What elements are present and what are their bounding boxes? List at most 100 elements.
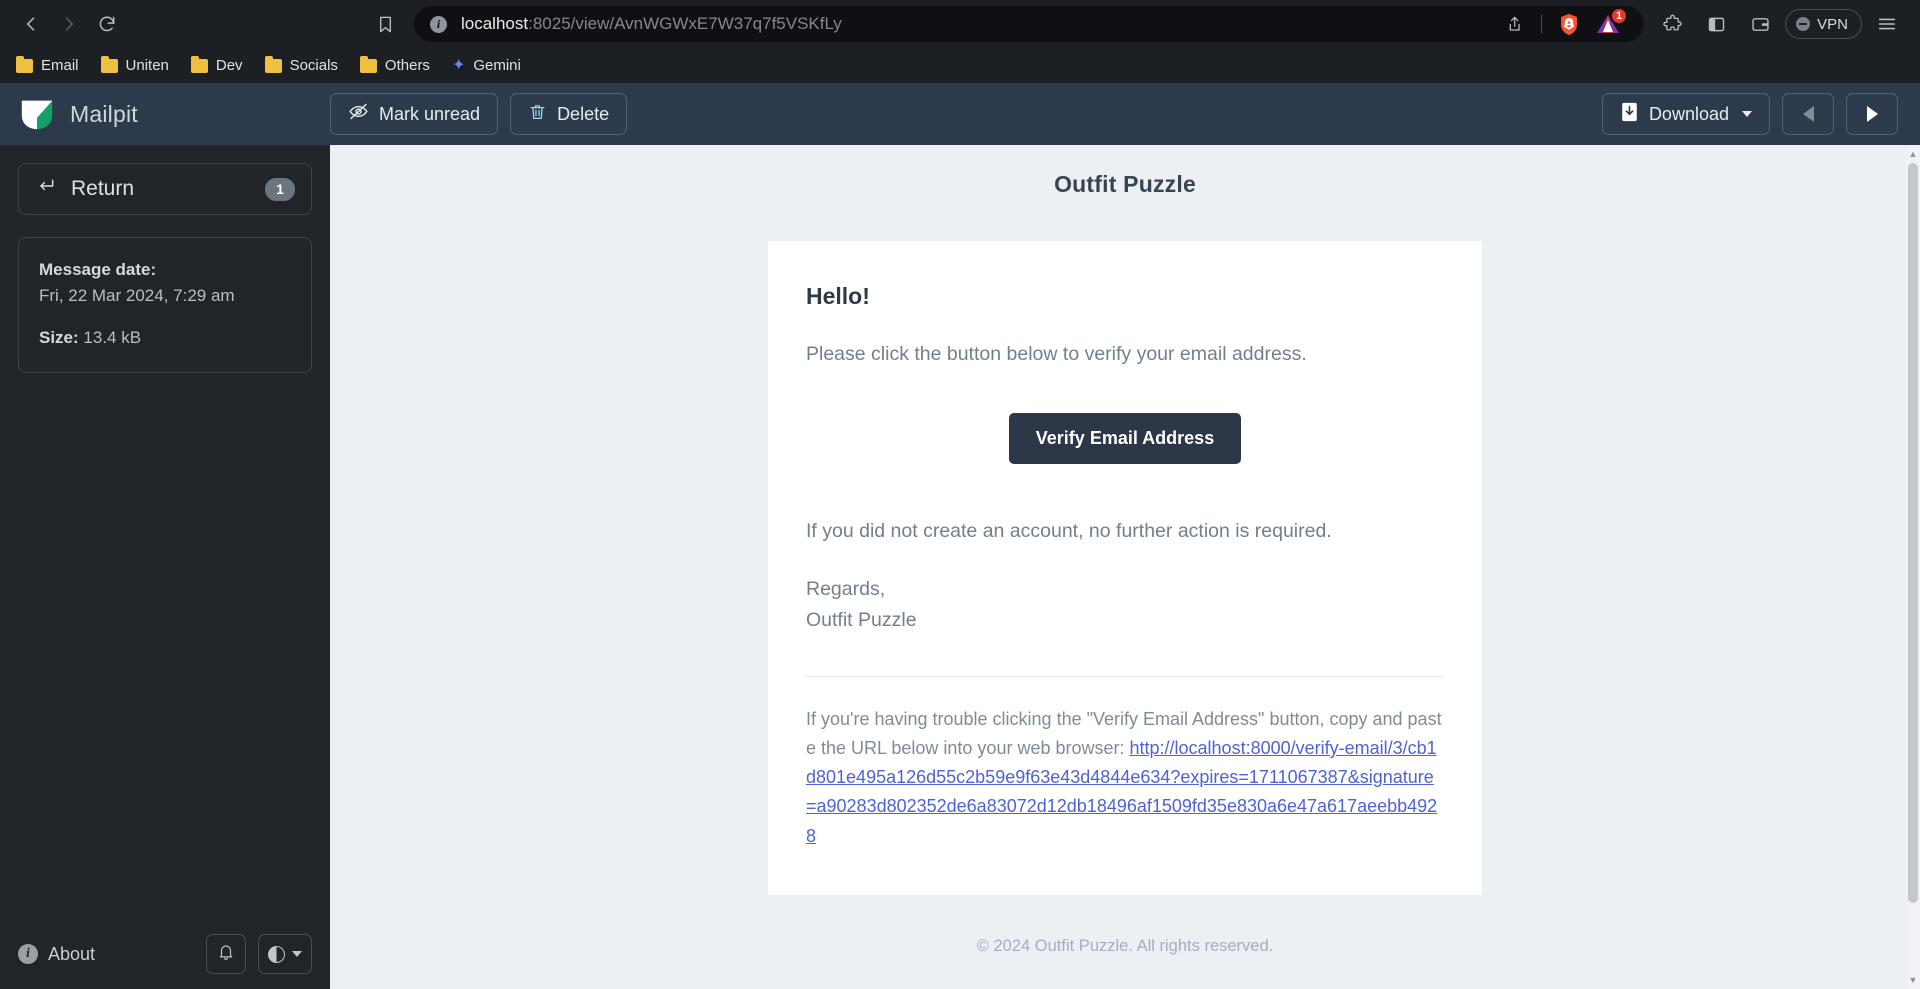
- url-path: :8025/view/AvnWGWxE7W37q7f5VSKfLy: [528, 14, 842, 33]
- previous-message-button[interactable]: [1782, 93, 1834, 135]
- message-date-label: Message date:: [39, 260, 157, 279]
- browser-chrome: i localhost:8025/view/AvnWGWxE7W37q7f5VS…: [0, 0, 1920, 83]
- mark-unread-label: Mark unread: [379, 103, 481, 124]
- message-meta-card: Message date: Fri, 22 Mar 2024, 7:29 am …: [18, 237, 312, 373]
- reload-icon[interactable]: [90, 7, 124, 41]
- extension-badge: 1: [1610, 7, 1628, 25]
- vpn-status-icon: [1796, 17, 1811, 31]
- sidebar-footer: i About: [18, 925, 312, 989]
- bookmark-label: Gemini: [473, 57, 521, 74]
- folder-icon: [359, 55, 377, 73]
- bookmark-label: Dev: [215, 57, 243, 74]
- sidebar-panel-icon[interactable]: [1697, 7, 1735, 41]
- theme-toggle-button[interactable]: [258, 934, 312, 974]
- folder-icon: [100, 55, 118, 73]
- email-signature: Outfit Puzzle: [806, 608, 917, 631]
- browser-actions: VPN: [1653, 7, 1906, 41]
- folder-icon: [16, 55, 33, 73]
- email-greeting: Hello!: [806, 283, 870, 309]
- browser-menu-icon[interactable]: [1868, 7, 1906, 41]
- eye-slash-icon: [348, 101, 369, 127]
- brave-shield-icon[interactable]: [1550, 13, 1588, 36]
- theme-toggle-icon: [268, 945, 285, 963]
- delete-button[interactable]: Delete: [510, 93, 628, 135]
- extensions-puzzle-icon[interactable]: [1653, 7, 1691, 41]
- address-bar-actions: 1: [1484, 7, 1628, 36]
- email-content: Outfit Puzzle Hello! Please click the bu…: [330, 145, 1920, 956]
- mailpit-app: Mailpit Mark unread Delete Download Retu…: [0, 83, 1920, 989]
- message-size-label: Size:: [39, 328, 79, 347]
- return-button[interactable]: Return 1: [18, 163, 312, 215]
- share-icon[interactable]: [1494, 15, 1533, 34]
- verify-email-button[interactable]: Verify Email Address: [1008, 413, 1242, 465]
- folder-icon: [264, 55, 282, 73]
- message-size-row: Size: 13.4 kB: [39, 328, 291, 348]
- vpn-label: VPN: [1817, 15, 1848, 33]
- folder-icon: [190, 55, 208, 73]
- header-right-actions: Download: [1601, 93, 1898, 135]
- cta-wrapper: Verify Email Address: [806, 413, 1444, 465]
- wallet-icon[interactable]: [1741, 7, 1779, 41]
- email-footer: © 2024 Outfit Puzzle. All rights reserve…: [976, 936, 1274, 955]
- gemini-sparkle-icon: ✦: [451, 56, 466, 74]
- bookmark-label: Uniten: [125, 57, 169, 74]
- app-brand[interactable]: Mailpit: [18, 95, 330, 133]
- previous-message-icon: [1802, 106, 1814, 122]
- back-arrow-icon[interactable]: [14, 7, 48, 41]
- download-icon: [1620, 102, 1639, 127]
- mark-unread-button[interactable]: Mark unread: [330, 93, 499, 135]
- message-date-value: Fri, 22 Mar 2024, 7:29 am: [39, 286, 235, 305]
- app-title: Mailpit: [70, 100, 138, 127]
- email-no-action-text: If you did not create an account, no fur…: [806, 520, 1332, 543]
- next-message-button[interactable]: [1846, 93, 1898, 135]
- email-heading: Outfit Puzzle: [1054, 171, 1196, 197]
- vpn-button[interactable]: VPN: [1785, 9, 1862, 39]
- bookmark-label: Email: [41, 57, 79, 74]
- bookmark-icon[interactable]: [368, 7, 402, 41]
- about-link[interactable]: i About: [18, 944, 95, 965]
- divider: [806, 675, 1444, 677]
- notifications-button[interactable]: [206, 934, 246, 974]
- address-bar[interactable]: i localhost:8025/view/AvnWGWxE7W37q7f5VS…: [414, 6, 1644, 42]
- email-regards: Regards,: [806, 578, 886, 601]
- email-fallback-text: If you're having trouble clicking the "V…: [806, 705, 1444, 851]
- sidebar: Return 1 Message date: Fri, 22 Mar 2024,…: [0, 145, 330, 989]
- next-message-icon: [1866, 106, 1878, 122]
- bookmark-item-socials[interactable]: Socials: [264, 55, 338, 74]
- bookmark-item-dev[interactable]: Dev: [190, 55, 243, 74]
- notification-bell-icon: [217, 943, 235, 966]
- message-scrollbar[interactable]: ▲ ▼: [1906, 145, 1920, 989]
- site-info-icon[interactable]: i: [430, 15, 447, 33]
- forward-arrow-icon: [52, 7, 86, 41]
- email-card: Hello! Please click the button below to …: [768, 241, 1482, 895]
- download-label: Download: [1648, 103, 1729, 124]
- chevron-down-icon: [1742, 111, 1752, 117]
- bookmark-label: Socials: [289, 57, 338, 74]
- email-intro-text: Please click the button below to verify …: [806, 343, 1307, 365]
- extension-icon[interactable]: 1: [1588, 7, 1628, 35]
- browser-toolbar: i localhost:8025/view/AvnWGWxE7W37q7f5VS…: [0, 0, 1920, 48]
- bookmark-item-gemini[interactable]: ✦ Gemini: [452, 57, 521, 74]
- message-actions: Mark unread Delete: [330, 93, 628, 135]
- message-size-value: 13.4 kB: [83, 328, 142, 347]
- bookmarks-bar: Email Uniten Dev Socials Others ✦ Gemini: [0, 48, 1920, 83]
- url-host: localhost: [461, 14, 529, 33]
- app-body: Return 1 Message date: Fri, 22 Mar 2024,…: [0, 145, 1920, 989]
- url-text: localhost:8025/view/AvnWGWxE7W37q7f5VSKf…: [461, 14, 842, 34]
- bookmark-item-others[interactable]: Others: [359, 55, 430, 74]
- scroll-down-icon[interactable]: ▼: [1906, 973, 1920, 987]
- chevron-down-icon: [292, 951, 302, 957]
- toolbar-divider: [1541, 14, 1542, 34]
- message-preview-pane: Outfit Puzzle Hello! Please click the bu…: [330, 145, 1920, 989]
- download-button[interactable]: Download: [1601, 93, 1770, 135]
- bookmark-item-uniten[interactable]: Uniten: [100, 55, 169, 74]
- trash-icon: [528, 102, 547, 127]
- about-label: About: [48, 943, 96, 964]
- unread-count-badge: 1: [265, 177, 295, 201]
- bookmark-item-email[interactable]: Email: [16, 55, 79, 74]
- info-icon: i: [18, 944, 38, 964]
- mailpit-logo-icon: [18, 95, 56, 133]
- scrollbar-thumb[interactable]: [1908, 163, 1918, 903]
- scroll-up-icon[interactable]: ▲: [1906, 147, 1920, 161]
